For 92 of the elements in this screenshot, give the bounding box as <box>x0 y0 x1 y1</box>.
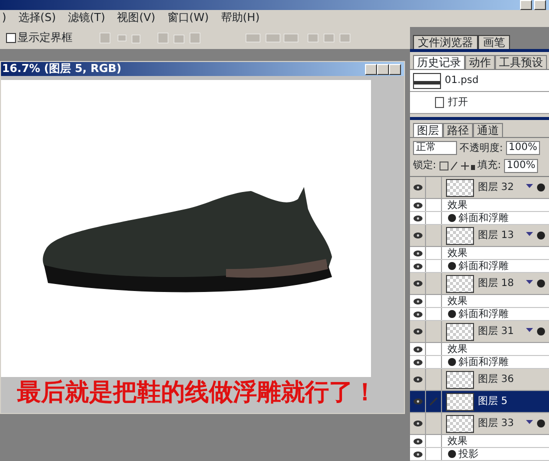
effects-label: 效果 <box>448 434 468 448</box>
close-button[interactable] <box>389 64 402 74</box>
effect-icon <box>448 310 456 318</box>
effects-label: 效果 <box>448 198 468 212</box>
eye-icon[interactable] <box>412 328 422 335</box>
layer-name: 图层 5 <box>478 395 508 409</box>
effect-name: 斜面和浮雕 <box>458 308 508 322</box>
panel-tab[interactable]: 画笔 <box>478 35 510 49</box>
eye-icon[interactable] <box>412 438 422 444</box>
blend-mode-dropdown[interactable]: 正常 <box>412 141 457 155</box>
eye-icon[interactable] <box>412 358 422 366</box>
layer-thumbnail <box>446 226 474 244</box>
eye-icon[interactable] <box>412 232 422 239</box>
layer-name: 图层 18 <box>478 277 514 291</box>
menu-item[interactable]: 视图(V) <box>117 10 156 27</box>
eye-icon[interactable] <box>412 280 422 287</box>
effect-name: 斜面和浮雕 <box>458 356 508 370</box>
maximize-button[interactable] <box>377 64 390 74</box>
effect-name: 斜面和浮雕 <box>458 212 508 226</box>
effect-icon <box>448 214 456 222</box>
effect-name: 斜面和浮雕 <box>458 260 508 274</box>
layer-row[interactable]: 图层 18 <box>410 273 549 295</box>
effects-icon <box>526 231 546 240</box>
effect-icon <box>448 262 456 270</box>
snapshot-name[interactable]: 01.psd <box>444 73 479 88</box>
eye-icon[interactable] <box>412 214 422 222</box>
minimize-button[interactable] <box>520 0 532 10</box>
caption-text: 最后就是把鞋的线做浮雕就行了！ <box>16 377 378 407</box>
layer-row[interactable]: 图层 13 <box>410 225 549 247</box>
layer-thumbnail <box>446 370 474 388</box>
panel-tab[interactable]: 文件浏览器 <box>412 35 478 49</box>
eye-icon[interactable] <box>412 398 422 405</box>
effect-icon <box>448 358 456 366</box>
eye-icon[interactable] <box>412 262 422 270</box>
layer-thumbnail <box>446 178 474 196</box>
panel-tab[interactable]: 通道 <box>472 122 503 137</box>
effects-icon <box>526 279 546 288</box>
eye-icon[interactable] <box>412 310 422 318</box>
menu-item[interactable]: 滤镜(T) <box>68 10 106 27</box>
layer-name: 图层 31 <box>478 325 514 339</box>
layer-name: 图层 13 <box>478 229 514 243</box>
layer-row[interactable]: 图层 33 <box>410 413 549 435</box>
panel-tab[interactable]: 图层 <box>412 122 443 137</box>
eye-icon[interactable] <box>412 184 422 191</box>
opacity-label: 不透明度: <box>460 142 503 156</box>
opacity-field[interactable]: 100% <box>506 141 540 155</box>
restore-button[interactable] <box>534 0 546 10</box>
layer-name: 图层 36 <box>478 373 514 387</box>
fill-field[interactable]: 100% <box>504 158 538 173</box>
layer-name: 图层 33 <box>478 417 514 431</box>
menu-item[interactable]: 选择(S) <box>18 10 56 27</box>
effects-icon <box>526 327 546 336</box>
effects-label: 效果 <box>448 342 468 356</box>
panel-tab[interactable]: 工具预设 <box>494 55 547 69</box>
eye-icon[interactable] <box>412 298 422 304</box>
panel-tab[interactable]: 路径 <box>442 122 473 137</box>
layer-row[interactable]: 图层 31 <box>410 321 549 343</box>
menu-item[interactable]: 帮助(H) <box>220 10 260 27</box>
minimize-button[interactable] <box>365 64 378 74</box>
eye-icon[interactable] <box>412 420 422 427</box>
layer-thumbnail <box>446 392 474 410</box>
effect-icon <box>448 450 456 458</box>
menu-item[interactable]: ) <box>2 10 6 27</box>
panel-tab[interactable]: 动作 <box>464 55 495 69</box>
layer-thumbnail <box>446 414 474 432</box>
eye-icon[interactable] <box>412 450 422 458</box>
eye-icon[interactable] <box>412 250 422 256</box>
eye-icon[interactable] <box>412 202 422 208</box>
effects-label: 效果 <box>448 246 468 260</box>
document-title: 16.7% (图层 5, RGB) <box>2 60 122 77</box>
lock-label: 锁定: <box>412 158 436 174</box>
snapshot-thumbnail <box>412 72 441 88</box>
brush-icon <box>429 397 438 406</box>
document-icon <box>434 97 444 108</box>
eye-icon[interactable] <box>412 376 422 383</box>
layer-name: 图层 32 <box>478 181 514 195</box>
show-bounds-checkbox[interactable]: 显示定界框 <box>6 30 94 46</box>
effects-icon <box>526 419 546 428</box>
layer-thumbnail <box>446 274 474 292</box>
history-step[interactable]: 打开 <box>410 92 549 114</box>
eye-icon[interactable] <box>412 346 422 352</box>
menu-item[interactable]: 窗口(W) <box>167 10 209 27</box>
lock-icons-drawing[interactable] <box>438 160 475 171</box>
layer-row[interactable]: 图层 36 <box>410 369 549 391</box>
effects-label: 效果 <box>448 294 468 308</box>
layer-row[interactable]: 图层 5 <box>410 391 549 413</box>
effect-name: 投影 <box>458 448 478 461</box>
effects-icon <box>526 183 546 192</box>
fill-label: 填充: <box>478 158 501 174</box>
panel-tab[interactable]: 历史记录 <box>412 55 465 69</box>
layer-thumbnail <box>446 322 474 340</box>
layer-row[interactable]: 图层 32 <box>410 177 549 199</box>
